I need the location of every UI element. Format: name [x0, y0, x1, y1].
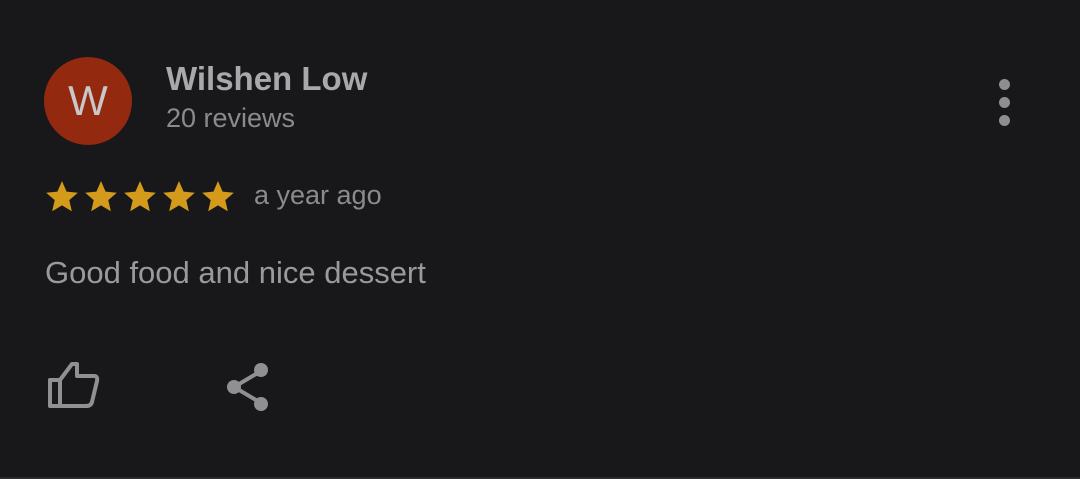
share-button[interactable]: [222, 360, 274, 414]
review-text: Good food and nice dessert: [45, 255, 426, 290]
star-icon: [124, 181, 156, 212]
star-icon: [202, 181, 234, 212]
author-name[interactable]: Wilshen Low: [166, 60, 367, 98]
share-icon: [227, 363, 268, 411]
avatar-initial: W: [68, 77, 108, 124]
more-options-button[interactable]: [980, 72, 1028, 132]
review-count: 20 reviews: [166, 103, 296, 133]
avatar[interactable]: W: [44, 57, 132, 145]
like-button[interactable]: [44, 358, 102, 412]
star-icon: [46, 181, 78, 212]
thumb-up-icon: [48, 362, 100, 408]
more-vertical-icon: [998, 78, 1010, 90]
star-icon: [163, 181, 195, 212]
star-rating: [43, 178, 237, 216]
review-time: a year ago: [254, 180, 382, 210]
star-icon: [85, 181, 117, 212]
review-card: W Wilshen Low 20 reviews a year ago Good…: [0, 0, 1080, 479]
